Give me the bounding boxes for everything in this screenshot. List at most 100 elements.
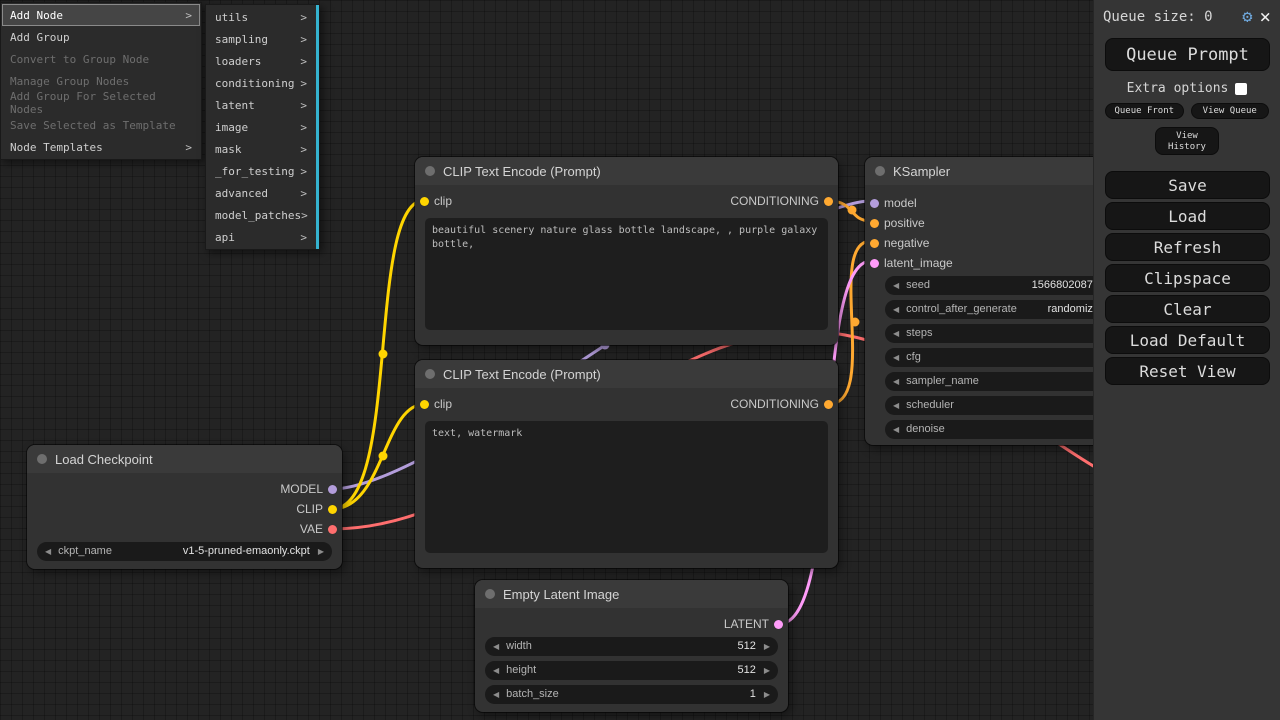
menu-item-save-selected-as-template: Save Selected as Template xyxy=(2,114,200,136)
submenu-arrow-icon: > xyxy=(300,165,307,178)
increment-icon[interactable]: ▶ xyxy=(764,690,770,699)
submenu-arrow-icon: > xyxy=(300,77,307,90)
clip-output-dot[interactable] xyxy=(328,505,337,514)
reset-view-button[interactable]: Reset View xyxy=(1105,357,1270,385)
node-header[interactable]: Load Checkpoint xyxy=(27,445,342,473)
collapse-dot-icon[interactable] xyxy=(485,589,495,599)
height-widget[interactable]: ◀ height 512 ▶ xyxy=(475,658,788,682)
decrement-icon[interactable]: ◀ xyxy=(493,666,499,675)
node-clip-text-encode-1[interactable]: CLIP Text Encode (Prompt) clip CONDITION… xyxy=(415,157,838,345)
load-default-button[interactable]: Load Default xyxy=(1105,326,1270,354)
vae-output-dot[interactable] xyxy=(328,525,337,534)
latent-image-input-label: latent_image xyxy=(884,256,953,270)
node-title: CLIP Text Encode (Prompt) xyxy=(443,367,601,382)
node-header[interactable]: Empty Latent Image xyxy=(475,580,788,608)
view-history-button[interactable]: View History xyxy=(1155,127,1219,155)
submenu-item-loaders[interactable]: loaders > xyxy=(207,50,318,72)
increment-icon[interactable]: ▶ xyxy=(764,666,770,675)
menu-item-convert-to-group-node: Convert to Group Node xyxy=(2,48,200,70)
comfy-menu-panel: Queue size: 0 ⚙ × Queue Prompt Extra opt… xyxy=(1093,0,1280,720)
positive-input-dot[interactable] xyxy=(870,219,879,228)
clip-input-dot[interactable] xyxy=(420,197,429,206)
prompt-textarea[interactable]: text, watermark xyxy=(425,421,828,553)
close-icon[interactable]: × xyxy=(1260,8,1271,27)
prev-option-icon[interactable]: ◀ xyxy=(45,547,51,556)
submenu-item-image[interactable]: image > xyxy=(207,116,318,138)
queue-prompt-button[interactable]: Queue Prompt xyxy=(1105,38,1270,71)
ckpt-name-widget[interactable]: ◀ ckpt_name v1-5-pruned-emaonly.ckpt ▶ xyxy=(27,539,342,563)
decrement-icon[interactable]: ◀ xyxy=(893,377,899,386)
node-load-checkpoint[interactable]: Load Checkpoint MODEL CLIP VAE ◀ ckpt_na… xyxy=(27,445,342,569)
collapse-dot-icon[interactable] xyxy=(425,166,435,176)
node-header[interactable]: KSampler xyxy=(865,157,1125,185)
view-queue-button[interactable]: View Queue xyxy=(1191,103,1270,119)
decrement-icon[interactable]: ◀ xyxy=(893,425,899,434)
queue-front-button[interactable]: Queue Front xyxy=(1105,103,1184,119)
model-input-dot[interactable] xyxy=(870,199,879,208)
decrement-icon[interactable]: ◀ xyxy=(893,353,899,362)
node-ksampler[interactable]: KSampler model positive negative latent_… xyxy=(865,157,1125,445)
node-header[interactable]: CLIP Text Encode (Prompt) xyxy=(415,360,838,388)
latent-output-dot[interactable] xyxy=(774,620,783,629)
next-option-icon[interactable]: ▶ xyxy=(318,547,324,556)
width-widget[interactable]: ◀ width 512 ▶ xyxy=(475,634,788,658)
clip-input-label: clip xyxy=(434,194,452,208)
sampler-name-widget[interactable]: ◀ sampler_name xyxy=(865,369,1125,393)
collapse-dot-icon[interactable] xyxy=(425,369,435,379)
positive-input-label: positive xyxy=(884,216,925,230)
clipspace-button[interactable]: Clipspace xyxy=(1105,264,1270,292)
conditioning-output-dot[interactable] xyxy=(824,400,833,409)
control-after-generate-widget[interactable]: ◀ control_after_generate randomize xyxy=(865,297,1125,321)
steps-widget[interactable]: ◀ steps xyxy=(865,321,1125,345)
node-empty-latent-image[interactable]: Empty Latent Image LATENT ◀ width 512 ▶ … xyxy=(475,580,788,712)
clear-button[interactable]: Clear xyxy=(1105,295,1270,323)
decrement-icon[interactable]: ◀ xyxy=(893,281,899,290)
extra-options-checkbox[interactable] xyxy=(1235,83,1247,95)
submenu-item-model-patches[interactable]: model_patches > xyxy=(207,204,318,226)
menu-item-node-templates[interactable]: Node Templates > xyxy=(2,136,200,158)
submenu-item-utils[interactable]: utils > xyxy=(207,6,318,28)
seed-widget[interactable]: ◀ seed 1566802087 ▶ xyxy=(865,273,1125,297)
collapse-dot-icon[interactable] xyxy=(875,166,885,176)
decrement-icon[interactable]: ◀ xyxy=(893,329,899,338)
cfg-widget[interactable]: ◀ cfg xyxy=(865,345,1125,369)
submenu-item-api[interactable]: api > xyxy=(207,226,318,248)
clip-input-dot[interactable] xyxy=(420,400,429,409)
node-title: Load Checkpoint xyxy=(55,452,153,467)
submenu-arrow-icon: > xyxy=(300,55,307,68)
decrement-icon[interactable]: ◀ xyxy=(493,642,499,651)
scheduler-widget[interactable]: ◀ scheduler xyxy=(865,393,1125,417)
negative-input-dot[interactable] xyxy=(870,239,879,248)
menu-item-add-node[interactable]: Add Node > xyxy=(2,4,200,26)
submenu-item-sampling[interactable]: sampling > xyxy=(207,28,318,50)
decrement-icon[interactable]: ◀ xyxy=(893,305,899,314)
submenu-arrow-icon: > xyxy=(300,121,307,134)
node-title: KSampler xyxy=(893,164,950,179)
wire-midpoint-dot xyxy=(379,350,388,359)
submenu-arrow-icon: > xyxy=(300,143,307,156)
submenu-item-mask[interactable]: mask > xyxy=(207,138,318,160)
denoise-widget[interactable]: ◀ denoise xyxy=(865,417,1125,441)
collapse-dot-icon[interactable] xyxy=(37,454,47,464)
save-button[interactable]: Save xyxy=(1105,171,1270,199)
load-button[interactable]: Load xyxy=(1105,202,1270,230)
conditioning-output-label: CONDITIONING xyxy=(730,194,819,208)
model-output-dot[interactable] xyxy=(328,485,337,494)
decrement-icon[interactable]: ◀ xyxy=(493,690,499,699)
menu-item-add-group[interactable]: Add Group xyxy=(2,26,200,48)
batch-size-widget[interactable]: ◀ batch_size 1 ▶ xyxy=(475,682,788,706)
refresh-button[interactable]: Refresh xyxy=(1105,233,1270,261)
submenu-item-latent[interactable]: latent > xyxy=(207,94,318,116)
node-header[interactable]: CLIP Text Encode (Prompt) xyxy=(415,157,838,185)
increment-icon[interactable]: ▶ xyxy=(764,642,770,651)
conditioning-output-dot[interactable] xyxy=(824,197,833,206)
submenu-item-conditioning[interactable]: conditioning > xyxy=(207,72,318,94)
submenu-item-advanced[interactable]: advanced > xyxy=(207,182,318,204)
node-clip-text-encode-2[interactable]: CLIP Text Encode (Prompt) clip CONDITION… xyxy=(415,360,838,568)
latent-image-input-dot[interactable] xyxy=(870,259,879,268)
submenu-item-for-testing[interactable]: _for_testing > xyxy=(207,160,318,182)
prompt-textarea[interactable]: beautiful scenery nature glass bottle la… xyxy=(425,218,828,330)
clip-input-label: clip xyxy=(434,397,452,411)
settings-gear-icon[interactable]: ⚙ xyxy=(1242,7,1252,27)
decrement-icon[interactable]: ◀ xyxy=(893,401,899,410)
